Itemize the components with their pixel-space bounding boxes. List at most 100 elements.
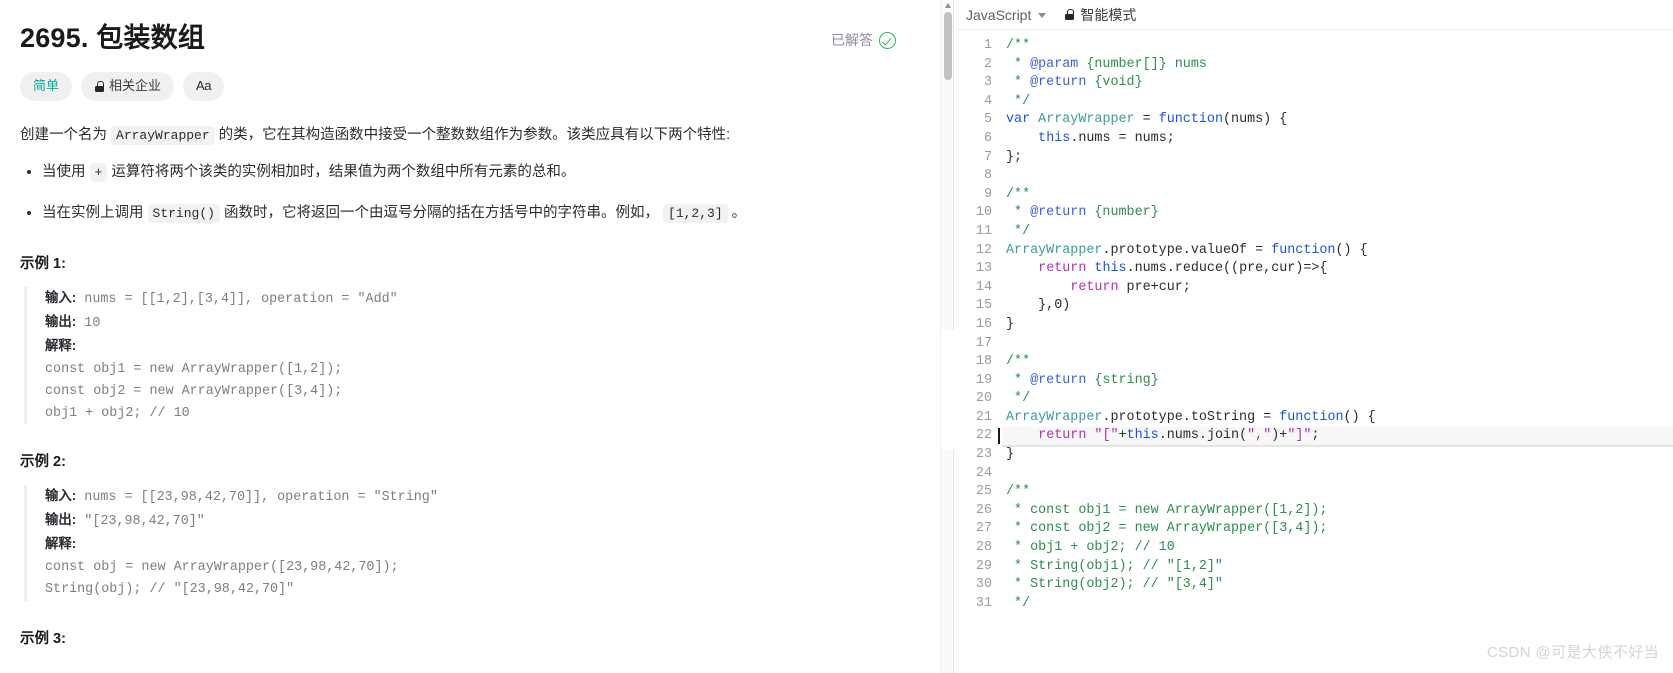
code-editor[interactable]: 1 2 3 4 5 6 7 8 9 10 11 12 13 14 15 16 17 18 19 20 21 22 23 24 2…	[956, 30, 1673, 613]
code-token: /**	[1006, 186, 1031, 202]
check-circle-icon	[879, 31, 896, 49]
line-number: 24	[975, 465, 992, 481]
example-line-text: nums = [[23,98,42,70]], operation = "Str…	[76, 490, 438, 506]
inline-code-array-literal: [1,2,3]	[663, 203, 728, 223]
line-number: 28	[975, 540, 992, 556]
code-line[interactable]: /**	[1006, 353, 1673, 372]
code-line[interactable]	[1006, 465, 1673, 484]
code-token: function	[1279, 409, 1344, 425]
code-line[interactable]: * String(obj1); // "[1,2]"	[1006, 558, 1673, 577]
code-line[interactable]	[1006, 167, 1673, 186]
font-size-icon: Aa	[196, 78, 211, 94]
code-line[interactable]: * const obj1 = new ArrayWrapper([1,2]);	[1006, 502, 1673, 521]
code-line[interactable]: */	[1006, 595, 1673, 614]
font-size-toggle-button[interactable]: Aa	[183, 72, 224, 101]
code-token: *	[1006, 75, 1031, 91]
code-token: .nums.join(	[1158, 428, 1248, 444]
code-token: };	[1006, 149, 1023, 165]
code-line[interactable]: };	[1006, 149, 1673, 168]
code-line[interactable]: /**	[1006, 483, 1673, 502]
example-3-title: 示例 3:	[20, 630, 66, 647]
code-line[interactable]: * obj1 + obj2; // 10	[1006, 539, 1673, 558]
code-token: var	[1006, 112, 1031, 128]
page-title: 2695. 包装数组	[20, 23, 206, 53]
example-line-text: String(obj); // "[23,98,42,70]"	[45, 581, 295, 597]
example-1-block: 输入: nums = [[1,2],[3,4]], operation = "A…	[24, 287, 906, 425]
code-line[interactable]: */	[1006, 93, 1673, 112]
code-token: (nums) {	[1223, 112, 1288, 128]
code-line[interactable]: ArrayWrapper.prototype.toString = functi…	[1006, 409, 1673, 428]
code-token: "["	[1094, 428, 1119, 444]
example-1-title: 示例 1:	[20, 256, 66, 273]
code-token: * const obj2 = new ArrayWrapper([3,4]);	[1006, 521, 1328, 537]
code-token: * const obj1 = new ArrayWrapper([1,2]);	[1006, 502, 1328, 518]
code-line[interactable]: ArrayWrapper.prototype.valueOf = functio…	[1006, 242, 1673, 261]
code-line[interactable]: return pre+cur;	[1006, 279, 1673, 298]
tag-row: 简单 相关企业 Aa	[20, 72, 906, 101]
code-token: {string}	[1086, 372, 1159, 388]
scroll-up-arrow-icon[interactable]	[945, 3, 951, 8]
code-line[interactable]: /**	[1006, 186, 1673, 205]
code-line[interactable]: this.nums = nums;	[1006, 130, 1673, 149]
smart-mode-toggle[interactable]: 智能模式	[1064, 5, 1136, 25]
code-line[interactable]	[1006, 335, 1673, 354]
code-token: */	[1006, 595, 1031, 611]
code-line[interactable]: var ArrayWrapper = function(nums) {	[1006, 111, 1673, 130]
code-content[interactable]: /** * @param {number[]} nums * @return {…	[998, 37, 1673, 614]
line-number: 25	[975, 484, 992, 500]
code-line[interactable]: }	[1006, 446, 1673, 465]
code-line[interactable]: * @return {void}	[1006, 74, 1673, 93]
code-line[interactable]: * @return {number}	[1006, 204, 1673, 223]
code-token: )+	[1271, 428, 1288, 444]
editor-toolbar: JavaScript 智能模式	[956, 0, 1673, 30]
problem-description: 创建一个名为 ArrayWrapper 的类，它在其构造函数中接受一个整数数组作…	[20, 123, 906, 227]
related-companies-button[interactable]: 相关企业	[81, 72, 175, 101]
example-line: const obj = new ArrayWrapper([23,98,42,7…	[45, 557, 906, 579]
code-token: /**	[1006, 484, 1031, 500]
code-token: }	[1006, 316, 1015, 332]
difficulty-easy-tag[interactable]: 简单	[20, 72, 73, 101]
code-token: this	[1126, 428, 1159, 444]
example-line: 解释:	[45, 335, 906, 359]
code-token: {number}	[1086, 205, 1159, 221]
code-token: * String(obj1); // "[1,2]"	[1006, 558, 1223, 574]
code-line[interactable]: /**	[1006, 37, 1673, 56]
description-scrollbar[interactable]	[940, 0, 955, 673]
example-line-label: 解释:	[45, 536, 77, 552]
code-line[interactable]: * const obj2 = new ArrayWrapper([3,4]);	[1006, 520, 1673, 539]
code-line[interactable]: return "["+this.nums.join(",")+"]";	[998, 427, 1673, 447]
language-select[interactable]: JavaScript	[966, 7, 1047, 23]
code-line[interactable]: */	[1006, 223, 1673, 242]
line-number: 29	[975, 558, 992, 574]
text-cursor	[998, 428, 1000, 445]
line-number: 16	[975, 316, 992, 332]
code-token: ArrayWrapper	[1038, 112, 1135, 128]
scrollbar-thumb[interactable]	[944, 12, 952, 80]
code-line[interactable]: },0)	[1006, 297, 1673, 316]
intro-text-1: 创建一个名为	[20, 126, 112, 143]
bullet-1-text-1: 当在实例上调用	[42, 204, 148, 221]
inline-code-string-fn: String()	[147, 203, 220, 223]
line-number: 3	[983, 75, 992, 91]
line-number: 9	[983, 186, 992, 202]
code-token: */	[1006, 93, 1031, 109]
inline-code-plus: +	[89, 162, 108, 182]
code-token: return	[1038, 428, 1087, 444]
code-line[interactable]: return this.nums.reduce((pre,cur)=>{	[1006, 260, 1673, 279]
code-token: /**	[1006, 354, 1031, 370]
line-number: 12	[975, 242, 992, 258]
smart-mode-label: 智能模式	[1080, 6, 1137, 23]
example-line-text: obj1 + obj2; // 10	[45, 405, 190, 421]
code-line[interactable]: * String(obj2); // "[3,4]"	[1006, 576, 1673, 595]
code-token: .nums = nums;	[1070, 130, 1175, 146]
code-line[interactable]: */	[1006, 390, 1673, 409]
example-line: obj1 + obj2; // 10	[45, 403, 906, 425]
example-line: 解释:	[45, 533, 906, 557]
code-token: {void}	[1086, 75, 1143, 91]
code-line[interactable]: * @return {string}	[1006, 372, 1673, 391]
code-line[interactable]: * @param {number[]} nums	[1006, 56, 1673, 75]
bullet-0-text-2: 运算符将两个该类的实例相加时，结果值为两个数组中所有元素的总和。	[107, 163, 576, 180]
code-line[interactable]: }	[1006, 316, 1673, 335]
